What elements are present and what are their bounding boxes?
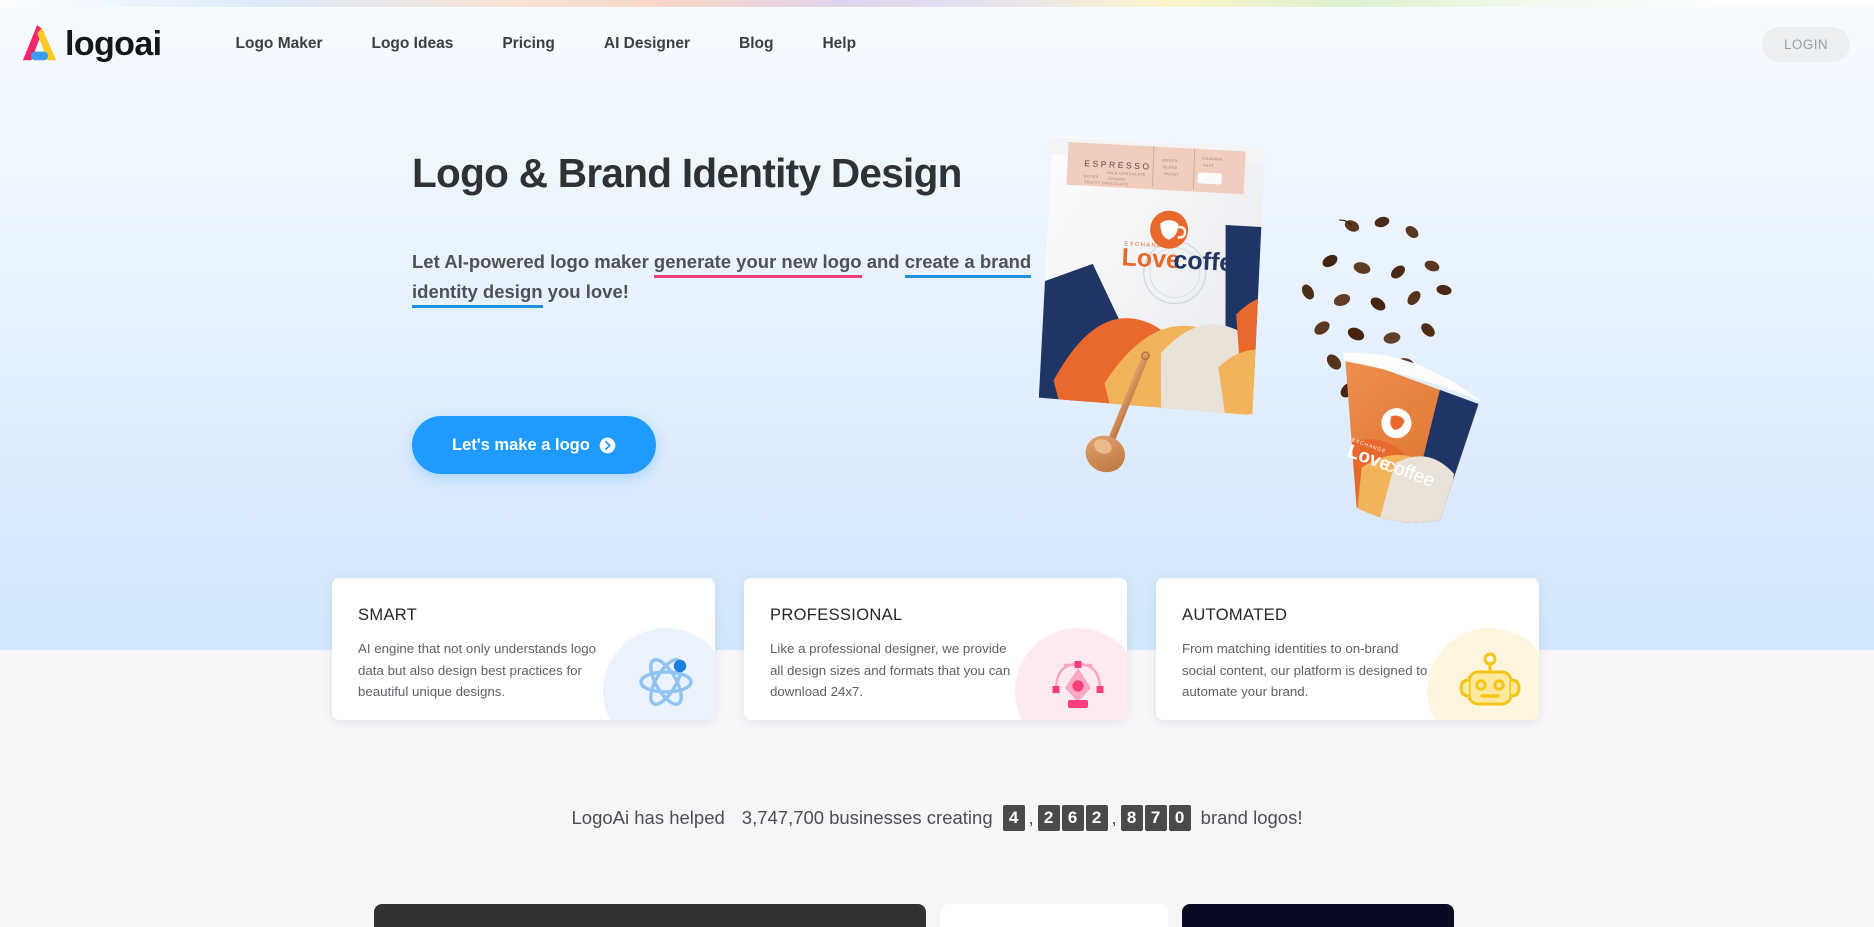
nav-item-pricing[interactable]: Pricing bbox=[502, 25, 555, 63]
stats-middle: businesses creating bbox=[829, 807, 993, 828]
odometer-digit: 0 bbox=[1168, 805, 1191, 831]
main-nav: Logo Maker Logo Ideas Pricing AI Designe… bbox=[236, 25, 906, 63]
nav-item-blog[interactable]: Blog bbox=[739, 25, 773, 63]
make-a-logo-button[interactable]: Let's make a logo bbox=[412, 416, 656, 474]
odometer-digit: 7 bbox=[1144, 805, 1167, 831]
hero-sub-part2: and bbox=[861, 250, 905, 272]
panel-navy[interactable] bbox=[1182, 904, 1454, 927]
feature-card-title: PROFESSIONAL bbox=[770, 606, 903, 624]
hero-sub-part3: you love! bbox=[542, 280, 629, 302]
stats-prefix: LogoAi has helped bbox=[571, 807, 725, 828]
logoai-triangle-a-icon bbox=[22, 24, 57, 61]
brand-logo[interactable]: logoai bbox=[12, 18, 170, 70]
odometer-digit: 2 bbox=[1037, 805, 1060, 831]
panel-white[interactable] bbox=[940, 904, 1168, 927]
feature-card-professional[interactable]: PROFESSIONAL Like a professional designe… bbox=[744, 578, 1127, 720]
panel-dark[interactable] bbox=[374, 904, 926, 927]
feature-card-title: SMART bbox=[358, 606, 418, 624]
feature-card-description: Like a professional designer, we provide… bbox=[770, 641, 1011, 700]
svg-text:ROAST: ROAST bbox=[1164, 172, 1179, 177]
pen-tool-icon bbox=[1052, 661, 1104, 708]
make-a-logo-label: Let's make a logo bbox=[452, 435, 590, 454]
page-root: logoai Logo Maker Logo Ideas Pricing AI … bbox=[0, 0, 1874, 927]
feature-card-description: AI engine that not only understands logo… bbox=[358, 641, 597, 700]
svg-text:coffee: coffee bbox=[1173, 246, 1248, 278]
coffee-bag: ESPRESSO NOTES FRUITY CHOCOLATE MILK CHO… bbox=[1023, 136, 1299, 431]
feature-card-title: AUTOMATED bbox=[1182, 606, 1288, 624]
site-header: logoai Logo Maker Logo Ideas Pricing AI … bbox=[0, 0, 1874, 88]
svg-text:Love: Love bbox=[1121, 243, 1181, 274]
svg-text:ORIGIN: ORIGIN bbox=[1162, 158, 1178, 163]
svg-text:NOTES: NOTES bbox=[1084, 174, 1099, 179]
feature-card-automated[interactable]: AUTOMATED From matching identities to on… bbox=[1156, 578, 1539, 720]
pen-tool-icon-badge bbox=[1015, 628, 1127, 720]
odometer-digit: 6 bbox=[1061, 805, 1084, 831]
hero-highlight-generate-logo[interactable]: generate your new logo bbox=[653, 250, 862, 278]
atom-icon bbox=[639, 658, 693, 706]
nav-item-ai-designer[interactable]: AI Designer bbox=[604, 25, 690, 63]
nav-item-logo-maker[interactable]: Logo Maker bbox=[236, 25, 323, 63]
atom-icon-badge bbox=[603, 628, 715, 720]
hero-background bbox=[0, 0, 1874, 650]
feature-card-smart[interactable]: SMART AI engine that not only understand… bbox=[332, 578, 715, 720]
nav-item-logo-ideas[interactable]: Logo Ideas bbox=[372, 25, 454, 63]
odometer-digit: 4 bbox=[1002, 805, 1025, 831]
odometer-digit: 2 bbox=[1085, 805, 1108, 831]
nav-item-help[interactable]: Help bbox=[822, 25, 856, 63]
feature-cards: SMART AI engine that not only understand… bbox=[332, 578, 1539, 720]
feature-card-description: From matching identities to on-brand soc… bbox=[1182, 641, 1428, 700]
page-title: Logo & Brand Identity Design bbox=[412, 150, 962, 196]
coffee-cup: EXCHANGE Love coffee bbox=[1319, 352, 1481, 532]
hero-artwork-coffee-brand-mockup: ESPRESSO NOTES FRUITY CHOCOLATE MILK CHO… bbox=[1000, 76, 1520, 556]
odometer-digit: 8 bbox=[1120, 805, 1143, 831]
stats-suffix: brand logos! bbox=[1200, 807, 1303, 828]
logo-count-odometer: 4,262,870 bbox=[1002, 805, 1191, 831]
brand-name: logoai bbox=[65, 25, 162, 63]
svg-text:BLEND: BLEND bbox=[1163, 165, 1178, 170]
hero-sub-part1: Let AI-powered logo maker bbox=[412, 250, 654, 272]
arrow-circle-right-icon bbox=[599, 437, 616, 453]
robot-icon bbox=[1459, 652, 1521, 706]
login-button[interactable]: LOGIN bbox=[1761, 27, 1850, 62]
stats-businesses-count: 3,747,700 bbox=[741, 807, 825, 828]
bottom-panels bbox=[374, 904, 1454, 927]
svg-text:FAST: FAST bbox=[1203, 164, 1214, 169]
hero-subtitle: Let AI-powered logo maker generate your … bbox=[412, 247, 1052, 308]
hero-copy: Logo & Brand Identity Design Let AI-powe… bbox=[412, 150, 1052, 308]
robot-icon-badge bbox=[1427, 628, 1539, 720]
stats-line: LogoAi has helped 3,747,700 businesses c… bbox=[0, 805, 1874, 831]
